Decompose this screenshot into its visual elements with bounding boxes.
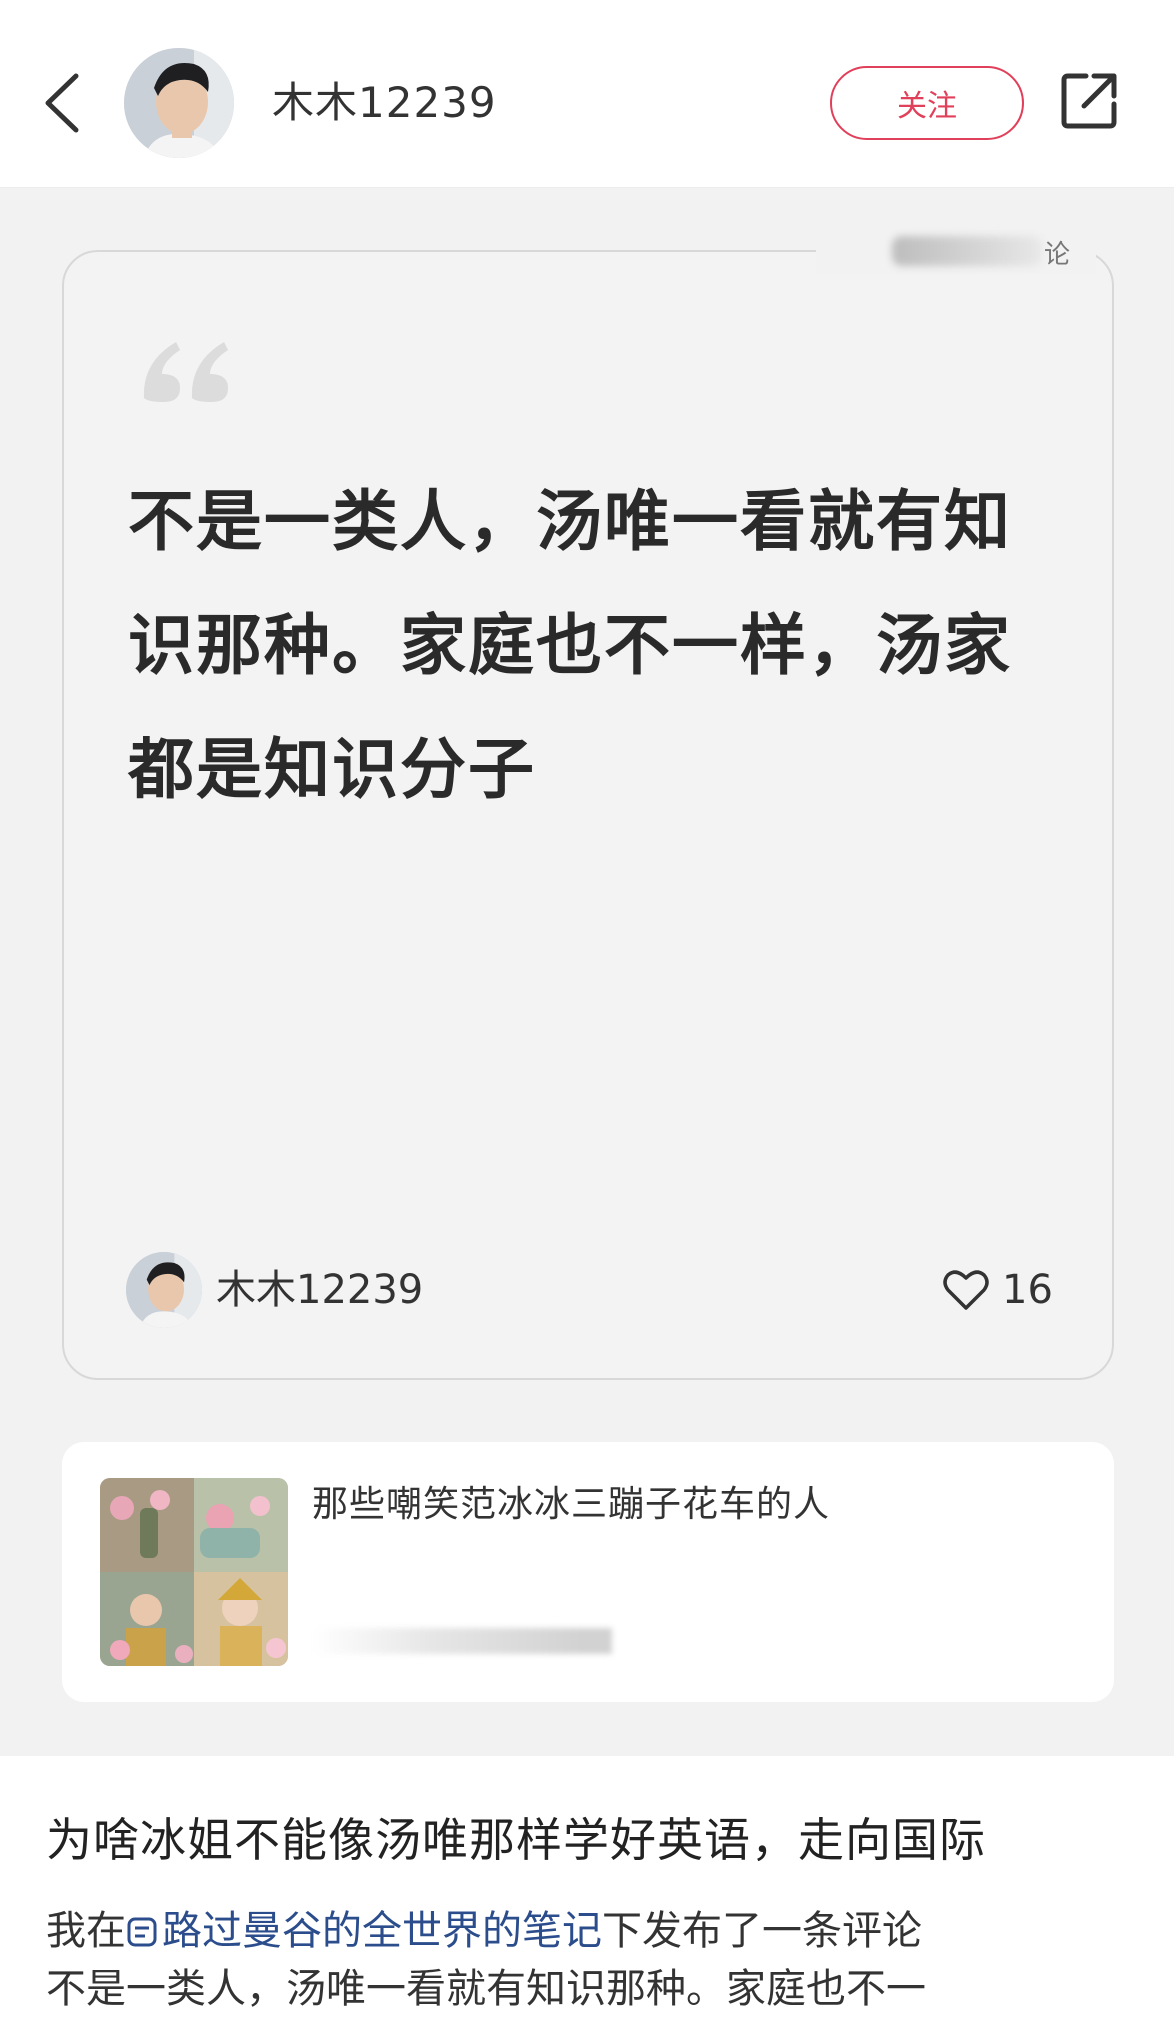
linked-note-card[interactable]: 那些嘲笑范冰冰三蹦子花车的人	[62, 1442, 1114, 1702]
chevron-left-icon	[45, 73, 79, 133]
note-title: 那些嘲笑范冰冰三蹦子花车的人	[312, 1484, 831, 1525]
page: 木木12239 关注 论 不是一类人，汤唯一看就有知识那种。家庭也不一样，汤家都…	[0, 0, 1174, 2017]
note-content: 论 不是一类人，汤唯一看就有知识那种。家庭也不一样，汤家都是知识分子 木木122…	[0, 188, 1174, 1756]
quote-text: 不是一类人，汤唯一看就有知识那种。家庭也不一样，汤家都是知识分子	[128, 483, 1012, 808]
like-count: 16	[1002, 1267, 1053, 1313]
note-thumbnail	[100, 1478, 288, 1666]
quote-card: 论 不是一类人，汤唯一看就有知识那种。家庭也不一样，汤家都是知识分子 木木122…	[62, 230, 1114, 1380]
meta-prefix: 我在	[46, 1908, 126, 1954]
card-author-name[interactable]: 木木12239	[216, 1266, 423, 1314]
post-section: 为啥冰姐不能像汤唯那样学好英语，走向国际 我在 路过曼谷的全世界的笔记下发布了一条…	[0, 1756, 1174, 2017]
top-bar: 木木12239 关注	[0, 0, 1174, 188]
blurred-text	[312, 1628, 612, 1654]
note-link[interactable]: 路过曼谷的全世界的笔记	[126, 1908, 602, 1954]
blurred-text	[892, 236, 1042, 266]
card-author-avatar[interactable]	[126, 1252, 202, 1328]
post-title: 为啥冰姐不能像汤唯那样学好英语，走向国际	[46, 1813, 986, 1867]
share-icon	[1061, 73, 1117, 129]
author-name[interactable]: 木木12239	[272, 76, 497, 130]
post-body: 不是一类人，汤唯一看就有知识那种。家庭也不一	[46, 1966, 926, 2012]
card-tag-text: 论	[1044, 240, 1071, 270]
author-avatar[interactable]	[124, 48, 234, 158]
heart-icon	[943, 1270, 989, 1310]
note-icon	[127, 1917, 157, 1947]
quote-mark-icon	[143, 342, 228, 402]
note-link-text: 路过曼谷的全世界的笔记	[162, 1908, 602, 1954]
card-tag: 论	[816, 230, 1096, 274]
share-button[interactable]	[1056, 68, 1122, 134]
like-button[interactable]: 16	[942, 1262, 1053, 1318]
post-meta: 我在 路过曼谷的全世界的笔记下发布了一条评论	[46, 1904, 922, 1958]
meta-suffix: 下发布了一条评论	[602, 1908, 922, 1954]
follow-button[interactable]: 关注	[830, 66, 1024, 140]
back-button[interactable]	[36, 66, 90, 140]
